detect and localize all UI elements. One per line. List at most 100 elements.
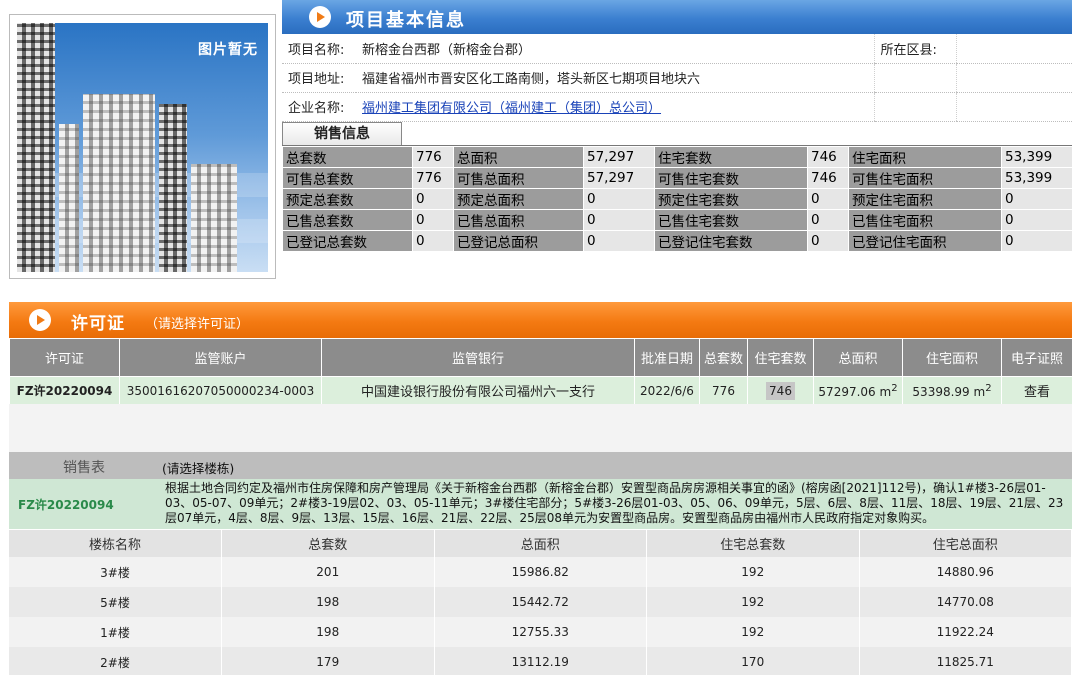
sales-info-label: 已登记住宅套数 — [654, 230, 808, 252]
project-name-label: 项目名称: — [282, 34, 356, 64]
sales-info-row: 已售总套数 0 已售总面积 0 已售住宅套数 0 已售住宅面积 0 — [282, 209, 1073, 231]
sales-info-table: 总套数 776 总面积 57,297 住宅套数 746 住宅面积 53,399 可售总套数 776… — [282, 146, 1073, 252]
permit-column-header: 总套数 — [699, 338, 748, 377]
building-cell: 170 — [646, 647, 860, 675]
project-photo: 图片暂无 — [17, 23, 268, 272]
sales-info-label: 总面积 — [453, 146, 584, 168]
building-graphic — [59, 124, 79, 272]
permit-row[interactable]: FZ许20220094 35001616207050000234-0003 中国… — [9, 376, 1073, 405]
info-empty-cell — [873, 92, 956, 122]
permit-column-header: 批准日期 — [634, 338, 700, 377]
table-row[interactable]: 2#楼 179 13112.19 170 11825.71 — [9, 647, 1072, 675]
permit-residential-units: 746 — [747, 376, 814, 405]
sales-info-label: 可售住宅套数 — [654, 167, 808, 189]
sales-info-value: 0 — [807, 188, 849, 210]
sales-info-value: 57,297 — [583, 146, 655, 168]
permit-column-header: 监管银行 — [321, 338, 635, 377]
building-cell: 14880.96 — [859, 557, 1072, 587]
photo-placeholder-text: 图片暂无 — [198, 42, 258, 58]
sales-info-label: 可售总套数 — [282, 167, 413, 189]
company-name-link[interactable]: 福州建工集团有限公司（福州建工（集团）总公司） — [356, 92, 874, 122]
building-table: 楼栋名称 总套数 总面积 住宅总套数 住宅总面积 3#楼 201 15986.82 192 14… — [9, 530, 1072, 675]
permit-residential-area: 53398.99 m2 — [902, 376, 1002, 405]
project-address-label: 项目地址: — [282, 63, 356, 93]
sales-info-value: 53,399 — [1001, 167, 1073, 189]
approval-date: 2022/6/6 — [634, 376, 700, 405]
building-column-header: 楼栋名称 — [9, 530, 222, 557]
circle-arrow-icon — [29, 309, 51, 331]
view-certificate-link[interactable]: 查看 — [1001, 376, 1073, 405]
table-row[interactable]: 5#楼 198 15442.72 192 14770.08 — [9, 587, 1072, 617]
building-name[interactable]: 2#楼 — [9, 647, 222, 675]
permit-number[interactable]: FZ许20220094 — [9, 376, 120, 405]
project-name-value: 新榕金台西郡（新榕金台郡） — [356, 34, 874, 64]
district-label: 所在区县: — [873, 34, 956, 64]
building-cell: 179 — [221, 647, 435, 675]
building-column-header: 总套数 — [221, 530, 435, 557]
building-column-header: 总面积 — [434, 530, 647, 557]
project-info-table: 项目名称: 新榕金台西郡（新榕金台郡） 所在区县: 项目地址: 福建省福州市晋安… — [282, 34, 1072, 122]
sales-info-label: 已登记总套数 — [282, 230, 413, 252]
sales-info-value: 746 — [807, 146, 849, 168]
building-name[interactable]: 3#楼 — [9, 557, 222, 587]
building-graphic — [159, 104, 187, 272]
tab-sales-info[interactable]: 销售信息 — [282, 122, 402, 146]
sales-info-value: 776 — [412, 146, 454, 168]
building-cell: 198 — [221, 587, 435, 617]
building-cell: 15442.72 — [434, 587, 647, 617]
sales-info-label: 已售总套数 — [282, 209, 413, 231]
sales-info-row: 可售总套数 776 可售总面积 57,297 可售住宅套数 746 可售住宅面积 53,399 — [282, 167, 1073, 189]
permit-column-header: 住宅面积 — [902, 338, 1002, 377]
building-name[interactable]: 1#楼 — [9, 617, 222, 647]
info-empty-cell — [955, 63, 1072, 93]
section-spacer — [9, 404, 1072, 452]
building-cell: 192 — [646, 587, 860, 617]
sales-table-subtitle: (请选择楼栋) — [162, 461, 235, 476]
permit-total-area: 57297.06 m2 — [813, 376, 903, 405]
sales-info-label: 已登记总面积 — [453, 230, 584, 252]
permit-header: 许可证 （请选择许可证） — [9, 302, 1072, 338]
project-info-header: 项目基本信息 — [282, 0, 1072, 34]
building-name[interactable]: 5#楼 — [9, 587, 222, 617]
building-graphic — [191, 164, 237, 272]
building-cell: 198 — [221, 617, 435, 647]
info-empty-cell — [955, 92, 1072, 122]
permit-table: 许可证 监管账户 监管银行 批准日期 总套数 住宅套数 总面积 住宅面积 电子证照 FZ许202… — [9, 338, 1073, 405]
building-cell: 11825.71 — [859, 647, 1072, 675]
sales-info-row: 已登记总套数 0 已登记总面积 0 已登记住宅套数 0 已登记住宅面积 0 — [282, 230, 1073, 252]
sales-permit-number[interactable]: FZ许20220094 — [18, 496, 114, 513]
sales-info-label: 预定住宅面积 — [848, 188, 1002, 210]
sales-info-value: 0 — [583, 209, 655, 231]
sales-info-label: 可售总面积 — [453, 167, 584, 189]
permit-column-header: 电子证照 — [1001, 338, 1073, 377]
residential-units-value: 746 — [766, 381, 795, 400]
total-area-value: 57297.06 m — [818, 384, 892, 399]
district-value — [955, 34, 1072, 64]
building-cell: 11922.24 — [859, 617, 1072, 647]
sales-info-label: 可售住宅面积 — [848, 167, 1002, 189]
permit-column-header: 总面积 — [813, 338, 903, 377]
sales-info-value: 0 — [412, 230, 454, 252]
sales-info-value: 0 — [1001, 209, 1073, 231]
permit-column-header: 监管账户 — [119, 338, 322, 377]
sales-info-value: 0 — [583, 188, 655, 210]
project-address-value: 福建省福州市晋安区化工路南侧，塔头新区七期项目地块六 — [356, 63, 874, 93]
building-column-header: 住宅总面积 — [859, 530, 1072, 557]
sales-info-label: 已售总面积 — [453, 209, 584, 231]
sales-info-value: 0 — [412, 209, 454, 231]
company-name-label: 企业名称: — [282, 92, 356, 122]
sales-info-row: 预定总套数 0 预定总面积 0 预定住宅套数 0 预定住宅面积 0 — [282, 188, 1073, 210]
sales-info-value: 0 — [807, 230, 849, 252]
sales-table-header: 销售表 (请选择楼栋) — [9, 452, 1072, 479]
table-row[interactable]: 1#楼 198 12755.33 192 11922.24 — [9, 617, 1072, 647]
sales-info-value: 776 — [412, 167, 454, 189]
building-cell: 12755.33 — [434, 617, 647, 647]
supervision-account: 35001616207050000234-0003 — [119, 376, 322, 405]
sales-info-value: 0 — [412, 188, 454, 210]
area-unit-superscript: 2 — [985, 382, 992, 394]
sales-info-label: 已登记住宅面积 — [848, 230, 1002, 252]
table-row[interactable]: 3#楼 201 15986.82 192 14880.96 — [9, 557, 1072, 587]
building-graphic — [17, 23, 55, 272]
sales-info-label: 住宅套数 — [654, 146, 808, 168]
building-cell: 13112.19 — [434, 647, 647, 675]
